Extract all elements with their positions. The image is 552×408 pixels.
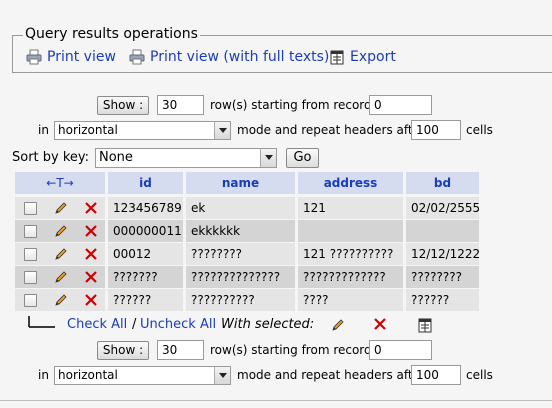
- delete-x-icon[interactable]: [84, 224, 98, 238]
- repeat-headers-input-bottom[interactable]: 100: [411, 365, 461, 385]
- sort-select[interactable]: None: [95, 148, 277, 168]
- table-cell-id: 000000011: [108, 220, 183, 242]
- export-link[interactable]: Export: [329, 49, 396, 65]
- delete-x-icon[interactable]: [84, 293, 98, 307]
- mode-text-top: mode and repeat headers after: [237, 123, 425, 137]
- pencil-icon[interactable]: [330, 317, 346, 333]
- table-cell-name: ????????: [186, 243, 295, 265]
- table-cell-address: 121 ??????????: [298, 243, 403, 265]
- column-header-id[interactable]: id: [108, 172, 183, 194]
- check-all-link[interactable]: Check All: [67, 317, 127, 332]
- table-cell-address: [298, 220, 403, 242]
- print-full-label: Print view (with full texts): [150, 49, 330, 65]
- rows-input-top[interactable]: 30: [157, 95, 204, 115]
- mode-select-bottom[interactable]: horizontal: [54, 366, 231, 385]
- delete-x-icon[interactable]: [84, 201, 98, 215]
- row-checkbox[interactable]: [24, 202, 37, 215]
- export-icon[interactable]: [417, 317, 433, 333]
- printer-icon: [26, 49, 42, 65]
- table-cell-id: ???????: [108, 266, 183, 288]
- print-view-label: Print view: [47, 49, 116, 65]
- mode-select-top[interactable]: horizontal: [54, 121, 231, 140]
- row-checkbox[interactable]: [24, 271, 37, 284]
- starting-text-top: row(s) starting from record #: [210, 98, 386, 112]
- print-full-link[interactable]: Print view (with full texts): [129, 49, 329, 65]
- export-icon: [330, 50, 344, 65]
- cells-text-top: cells: [466, 123, 493, 137]
- delete-x-icon[interactable]: [84, 247, 98, 261]
- mode-select-value: horizontal: [58, 368, 118, 382]
- operations-legend: Query results operations: [23, 26, 200, 42]
- divider: [0, 400, 552, 401]
- delete-x-icon[interactable]: [373, 317, 387, 331]
- pencil-icon[interactable]: [53, 269, 69, 285]
- table-cell-name: ??????????: [186, 289, 295, 311]
- delete-x-icon[interactable]: [84, 270, 98, 284]
- show-button-bottom[interactable]: Show :: [97, 341, 149, 360]
- table-cell-bd: [406, 220, 479, 242]
- column-header-actions: ←T→: [15, 172, 105, 194]
- table-cell-bd: 12/12/1222: [406, 243, 479, 265]
- pencil-icon[interactable]: [53, 292, 69, 308]
- cells-text-bottom: cells: [466, 368, 493, 382]
- sort-select-value: None: [99, 150, 133, 165]
- show-button-top[interactable]: Show :: [97, 96, 149, 115]
- chevron-down-icon: [214, 367, 230, 384]
- corner-arrow-icon: [28, 316, 55, 328]
- row-checkbox[interactable]: [24, 294, 37, 307]
- table-cell-name: ??????????????: [186, 266, 295, 288]
- column-header-name[interactable]: name: [186, 172, 295, 194]
- table-cell-id: 00012: [108, 243, 183, 265]
- in-text-top: in: [38, 123, 49, 137]
- table-cell-name: ekkkkkk: [186, 220, 295, 242]
- go-button[interactable]: Go: [286, 148, 319, 168]
- left-right-arrows-icon[interactable]: ←T→: [46, 176, 73, 190]
- chevron-down-icon: [260, 149, 276, 167]
- start-record-input-top[interactable]: 0: [369, 95, 432, 115]
- pencil-icon[interactable]: [53, 223, 69, 239]
- separator-text: /: [132, 317, 137, 332]
- mode-select-value: horizontal: [58, 123, 118, 137]
- table-cell-bd: 02/02/2555: [406, 197, 479, 219]
- repeat-headers-input-top[interactable]: 100: [411, 120, 461, 140]
- chevron-down-icon: [214, 122, 230, 139]
- column-header-address[interactable]: address: [298, 172, 403, 194]
- in-text-bottom: in: [38, 368, 49, 382]
- start-record-input-bottom[interactable]: 0: [369, 340, 432, 360]
- pencil-icon[interactable]: [53, 246, 69, 262]
- table-cell-id: 123456789: [108, 197, 183, 219]
- row-checkbox[interactable]: [24, 248, 37, 261]
- with-selected-label: With selected:: [221, 317, 315, 332]
- table-cell-id: ??????: [108, 289, 183, 311]
- table-cell-bd: ??????: [406, 289, 479, 311]
- table-cell-address: ?????????????: [298, 266, 403, 288]
- table-cell-name: ek: [186, 197, 295, 219]
- mode-text-bottom: mode and repeat headers after: [237, 368, 425, 382]
- printer-icon: [129, 49, 145, 65]
- export-label: Export: [350, 49, 396, 65]
- table-cell-address: 121: [298, 197, 403, 219]
- column-header-bd[interactable]: bd: [406, 172, 479, 194]
- row-checkbox[interactable]: [24, 225, 37, 238]
- starting-text-bottom: row(s) starting from record #: [210, 343, 386, 357]
- rows-input-bottom[interactable]: 30: [157, 340, 204, 360]
- sort-label: Sort by key:: [12, 150, 90, 165]
- table-cell-bd: ????????: [406, 266, 479, 288]
- uncheck-all-link[interactable]: Uncheck All: [140, 317, 216, 332]
- print-view-link[interactable]: Print view: [26, 49, 116, 65]
- pencil-icon[interactable]: [53, 200, 69, 216]
- table-cell-address: ????: [298, 289, 403, 311]
